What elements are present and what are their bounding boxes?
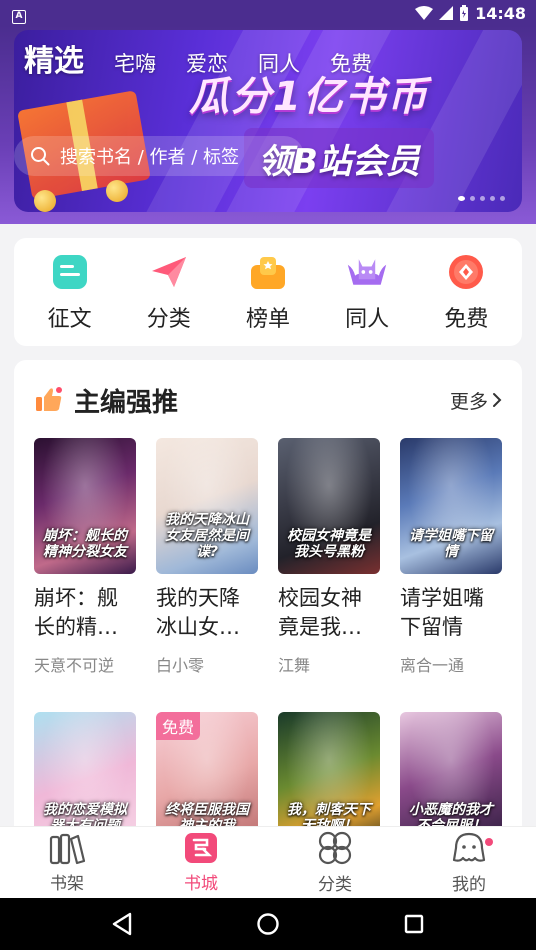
nav-bookshelf[interactable]: 书架 — [17, 831, 117, 894]
clock: 14:48 — [475, 3, 526, 23]
thumbs-up-icon — [36, 387, 62, 411]
book-author: 天意不可逆 — [34, 656, 115, 675]
search-icon — [31, 147, 50, 166]
book-title[interactable]: 我的天降冰山女… — [156, 584, 258, 642]
notification-a-icon: A — [12, 9, 26, 24]
quick-item-category[interactable]: 分类 — [124, 251, 214, 333]
book-card[interactable]: 崩坏：舰长的精神分裂女友 崩坏：舰长的精… 天意不可逆 — [34, 438, 136, 676]
category-icon — [318, 831, 352, 865]
battery-icon — [460, 5, 469, 21]
wifi-icon — [415, 6, 434, 20]
quick-item-fanfic[interactable]: 同人 — [322, 251, 412, 333]
tab-featured[interactable]: 精选 — [24, 36, 84, 80]
signal-icon — [439, 6, 454, 20]
contest-icon — [49, 251, 91, 293]
search-input[interactable]: 搜索书名 / 作者 / 标签 — [14, 136, 304, 176]
coin-icon — [34, 190, 56, 212]
more-button[interactable]: 更多 — [450, 387, 502, 414]
book-cover[interactable]: 崩坏：舰长的精神分裂女友 — [34, 438, 136, 574]
book-author: 离合一通 — [400, 656, 465, 675]
quick-item-contest[interactable]: 征文 — [25, 251, 115, 333]
tab-otaku[interactable]: 宅嗨 — [114, 48, 156, 78]
book-title[interactable]: 崩坏：舰长的精… — [34, 584, 136, 642]
book-cover[interactable]: 请学姐嘴下留情 — [400, 438, 502, 574]
home-icon[interactable] — [256, 912, 280, 936]
bookstore-icon — [185, 833, 217, 863]
nav-bookstore[interactable]: 书城 — [151, 831, 251, 894]
book-title[interactable]: 校园女神竟是我… — [278, 584, 380, 642]
notification-dot — [485, 838, 493, 846]
system-nav-bar — [0, 898, 536, 950]
book-card[interactable]: 我的天降冰山女友居然是间谍? 我的天降冰山女… 白小零 — [156, 438, 258, 676]
ranking-icon — [247, 251, 289, 293]
search-placeholder: 搜索书名 / 作者 / 标签 — [60, 147, 240, 168]
back-icon[interactable] — [111, 912, 133, 936]
coin-icon — [106, 180, 128, 202]
book-title[interactable]: 请学姐嘴下留情 — [400, 584, 502, 642]
recents-icon[interactable] — [403, 913, 425, 935]
tab-romance[interactable]: 爱恋 — [186, 48, 228, 78]
chevron-right-icon — [493, 393, 502, 407]
tab-fanfic[interactable]: 同人 — [258, 48, 300, 78]
banner-pagination — [458, 196, 505, 201]
book-author: 白小零 — [156, 656, 205, 675]
free-coin-icon — [445, 251, 487, 293]
bottom-nav: 书架 书城 分类 我的 — [0, 826, 536, 898]
nav-category[interactable]: 分类 — [285, 830, 385, 895]
section-title: 主编强推 — [74, 387, 179, 418]
bookshelf-icon — [49, 833, 86, 865]
bat-icon — [346, 251, 388, 293]
quick-item-free[interactable]: 免费 — [421, 251, 511, 333]
book-row: 崩坏：舰长的精神分裂女友 崩坏：舰长的精… 天意不可逆 我的天降冰山女友居然是间… — [34, 438, 502, 676]
book-cover[interactable]: 校园女神竟是我头号黑粉 — [278, 438, 380, 574]
ghost-profile-icon — [452, 832, 486, 862]
paper-plane-icon — [148, 251, 190, 293]
free-badge: 免费 — [156, 712, 201, 740]
quick-item-ranking[interactable]: 榜单 — [223, 251, 313, 333]
top-tabs: 精选 宅嗨 爱恋 同人 免费 — [24, 36, 372, 80]
book-card[interactable]: 校园女神竟是我头号黑粉 校园女神竟是我… 江舞 — [278, 438, 380, 676]
nav-profile[interactable]: 我的 — [419, 830, 519, 895]
quick-menu: 征文 分类 榜单 同人 免费 — [14, 238, 522, 346]
status-bar: A 14:48 — [0, 0, 536, 26]
book-author: 江舞 — [278, 656, 311, 675]
tab-free[interactable]: 免费 — [330, 48, 372, 78]
book-cover[interactable]: 我的天降冰山女友居然是间谍? — [156, 438, 258, 574]
book-card[interactable]: 请学姐嘴下留情 请学姐嘴下留情 离合一通 — [400, 438, 502, 676]
editor-picks-section: 主编强推 更多 崩坏：舰长的精神分裂女友 崩坏：舰长的精… 天意不可逆 我的天降… — [14, 360, 522, 880]
